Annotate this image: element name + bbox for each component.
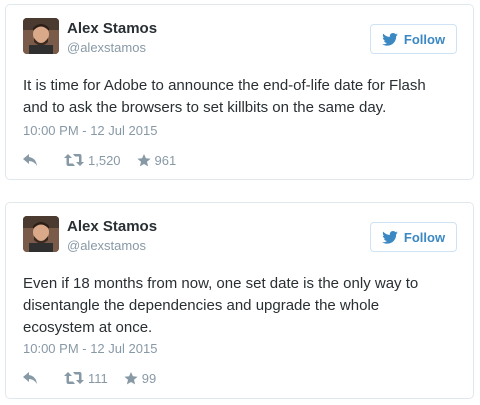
author-handle[interactable]: @alexstamos [67,40,146,55]
reply-arrow-icon [23,154,38,166]
author-name[interactable]: Alex Stamos [67,20,157,37]
tweet-text: It is time for Adobe to announce the end… [23,77,426,116]
reply-button[interactable] [23,154,38,166]
reply-arrow-icon [23,372,38,384]
retweet-icon [64,372,84,384]
tweet-card: Alex Stamos @alexstamos Follow It is tim… [5,4,474,180]
twitter-bird-icon [382,230,398,244]
follow-button[interactable]: Follow [370,24,457,54]
tweet-timestamp[interactable]: 10:00 PM - 12 Jul 2015 [23,123,157,138]
favorite-count: 99 [141,370,157,386]
tweet-timestamp[interactable]: 10:00 PM - 12 Jul 2015 [23,341,157,356]
retweet-button[interactable]: 1,520 [64,153,121,168]
reply-button[interactable] [23,372,38,384]
twitter-bird-icon [382,32,398,46]
tweet-actions: 111 99 [23,369,156,387]
avatar[interactable] [23,216,59,252]
tweet-text: Even if 18 months from now, one set date… [23,275,419,336]
tweet-actions: 1,520 961 [23,151,176,169]
follow-label: Follow [403,229,446,245]
star-icon [136,153,151,167]
follow-button[interactable]: Follow [370,222,457,252]
avatar[interactable] [23,18,59,54]
retweet-count: 111 [88,370,108,386]
author-name[interactable]: Alex Stamos [67,218,157,235]
favorite-button[interactable]: 99 [124,371,156,386]
star-icon [124,371,138,385]
retweet-icon [64,154,84,166]
retweet-count: 1,520 [88,152,121,168]
favorite-count: 961 [154,152,177,168]
retweet-button[interactable]: 111 [64,371,108,386]
favorite-button[interactable]: 961 [136,152,177,168]
author-handle[interactable]: @alexstamos [67,238,146,253]
follow-label: Follow [403,31,446,47]
tweet-card: Alex Stamos @alexstamos Follow Even if 1… [5,202,474,399]
